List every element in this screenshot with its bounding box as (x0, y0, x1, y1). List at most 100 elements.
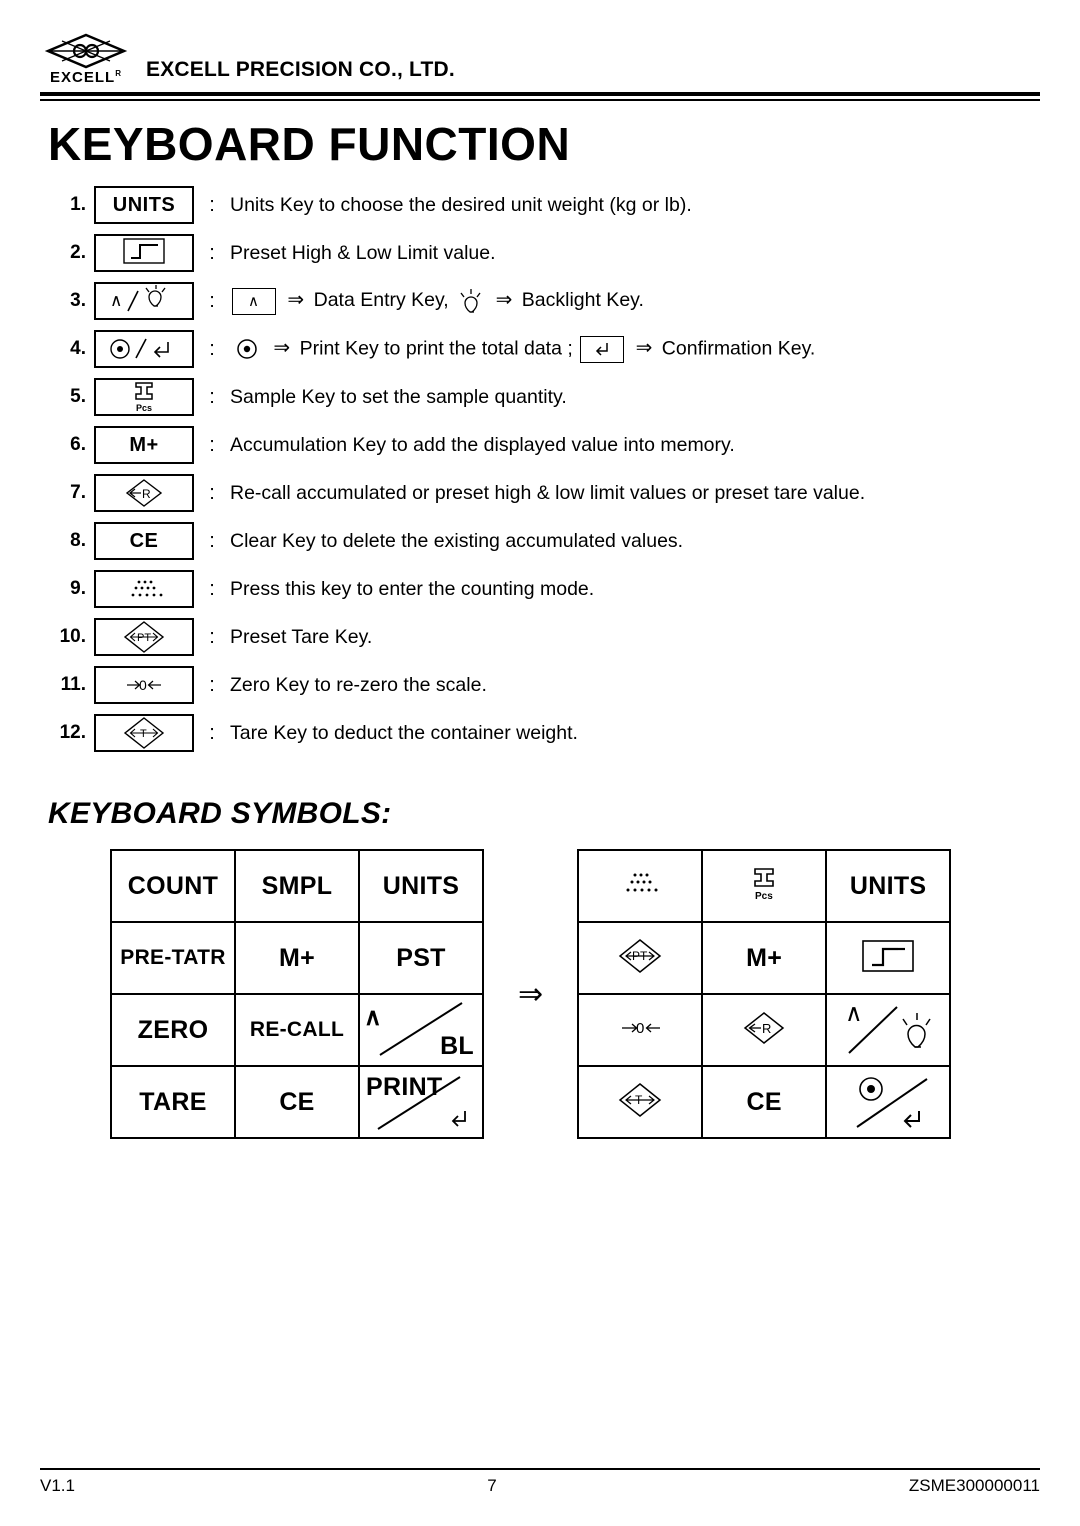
recall-icon: R (125, 479, 163, 507)
cell-units-icon: UNITS (825, 849, 952, 923)
cell-count: COUNT (110, 849, 236, 923)
cell-label: M+ (746, 943, 783, 972)
cell-re-call: RE-CALL (234, 993, 360, 1067)
cell-label: CE (746, 1087, 782, 1116)
cell-label: SMPL (261, 871, 333, 900)
function-description: Clear Key to delete the existing accumul… (230, 529, 684, 552)
cell-label: TARE (139, 1087, 207, 1116)
pt-text: PT (632, 949, 648, 963)
colon: : (209, 433, 215, 456)
function-description: Accumulation Key to add the displayed va… (230, 433, 735, 456)
colon: : (209, 385, 215, 408)
colon: : (209, 721, 215, 744)
function-row: 3. ∧ : ∧ ⇒ Data Entry Key, ⇒ Backlight K… (44, 277, 1040, 325)
cell-count-icon (577, 849, 704, 923)
keyboard-function-list: 1. UNITS : Units Key to choose the desir… (44, 181, 1040, 757)
page-footer: V1.1 7 ZSME300000011 (40, 1468, 1040, 1496)
arrow-symbol: ⇒ (287, 289, 305, 312)
cell-label: M+ (278, 943, 316, 972)
item-number: 9. (70, 578, 86, 599)
symbols-text-table: COUNT SMPL UNITS PRE-TATR M+ PST ZERO RE… (110, 849, 484, 1139)
svg-text:0: 0 (139, 677, 147, 693)
function-row: 8. CE : Clear Key to delete the existing… (44, 517, 1040, 565)
tare-icon: T (123, 717, 165, 749)
cell-label: ZERO (137, 1015, 209, 1044)
cell-tare: TARE (110, 1065, 236, 1139)
confirm-key-text: Confirmation Key. (661, 337, 816, 360)
keyboard-symbols-area: COUNT SMPL UNITS PRE-TATR M+ PST ZERO RE… (110, 849, 1040, 1139)
header-divider (40, 92, 1040, 101)
cell-print-enter: PRINT (358, 1065, 484, 1139)
pst-step-icon (123, 237, 165, 269)
colon: : (209, 577, 215, 600)
function-description: Preset High & Low Limit value. (230, 241, 496, 264)
tare-icon: T (618, 1082, 662, 1117)
colon: : (209, 625, 215, 648)
inline-key-entry: ∧ (232, 287, 276, 315)
svg-text:∧: ∧ (845, 1000, 863, 1027)
table-row: ZERO RE-CALL ∧ BL (110, 993, 484, 1067)
item-number: 10. (59, 626, 86, 647)
key-accumulate: M+ (94, 426, 194, 464)
key-label: UNITS (112, 193, 176, 216)
item-number: 12. (59, 722, 86, 743)
key-label: M+ (129, 433, 159, 456)
cell-label: PRINT (366, 1073, 443, 1101)
table-row: 0 R ∧ (577, 993, 952, 1067)
colon: : (209, 529, 215, 552)
sample-pcs-icon: Pcs (135, 382, 153, 413)
print-confirm-icon (110, 338, 169, 359)
pcs-text: Pcs (136, 403, 152, 413)
function-description: Zero Key to re-zero the scale. (230, 673, 487, 696)
entry-backlight-split-icon: ∧ (845, 1000, 931, 1054)
backlight-bulb-icon (457, 286, 483, 316)
cell-mplus-icon: M+ (701, 921, 828, 995)
table-row: COUNT SMPL UNITS (110, 849, 484, 923)
key-tare: T (94, 714, 194, 752)
colon: : (209, 481, 215, 504)
symbols-icon-table: Pcs UNITS PT M+ 0 R ∧ T CE (577, 849, 952, 1139)
function-row: 5. Pcs : Sample Key to set the sample qu… (44, 373, 1040, 421)
colon: : (209, 673, 215, 696)
arrow-symbol: ⇒ (495, 289, 513, 312)
print-key-text: Print Key to print the total data ; (299, 337, 573, 360)
function-description: Press this key to enter the counting mod… (230, 577, 595, 600)
table-row: Pcs UNITS (577, 849, 952, 923)
cell-label: UNITS (382, 871, 460, 900)
table-row: TARE CE PRINT (110, 1065, 484, 1139)
table-row: PT M+ (577, 921, 952, 995)
key-recall: R (94, 474, 194, 512)
function-description: ∧ ⇒ Data Entry Key, ⇒ Backlight Key. (230, 286, 644, 316)
cell-print-enter-icon (825, 1065, 952, 1139)
arrow-symbol: ⇒ (273, 337, 291, 360)
svg-text:∧: ∧ (248, 293, 259, 310)
cell-label: PRE-TATR (120, 946, 226, 969)
function-row: 1. UNITS : Units Key to choose the desir… (44, 181, 1040, 229)
svg-text:T: T (140, 728, 147, 740)
recall-icon: R (743, 1011, 785, 1044)
svg-text:PT: PT (137, 632, 151, 644)
preset-tare-icon: PT (123, 621, 165, 653)
item-number: 3. (70, 290, 86, 311)
enter-symbol (446, 1108, 472, 1135)
counting-dots-icon (626, 873, 658, 891)
key-clear: CE (94, 522, 194, 560)
function-row: 7. R : Re-call accumulated or preset hig… (44, 469, 1040, 517)
preset-tare-icon: PT (618, 938, 662, 973)
split-cell: ∧ BL (360, 995, 482, 1065)
cell-label: RE-CALL (249, 1018, 345, 1041)
function-description: Preset Tare Key. (230, 625, 373, 648)
key-sample: Pcs (94, 378, 194, 416)
function-row: 12. T : Tare Key to deduct the container… (44, 709, 1040, 757)
split-cell: PRINT (360, 1067, 482, 1137)
function-row: 11. 0 : Zero Key to re-zero the scale. (44, 661, 1040, 709)
cell-ce-icon: CE (701, 1065, 828, 1139)
svg-text:∧: ∧ (110, 291, 122, 310)
function-description: Re-call accumulated or preset high & low… (230, 481, 866, 504)
section-title: KEYBOARD SYMBOLS: (48, 797, 392, 830)
item-number: 8. (70, 530, 86, 551)
zero-icon: 0 (127, 677, 161, 693)
excell-diamond-icon (44, 33, 128, 69)
split-cell (827, 1067, 949, 1137)
cell-smpl: SMPL (234, 849, 360, 923)
